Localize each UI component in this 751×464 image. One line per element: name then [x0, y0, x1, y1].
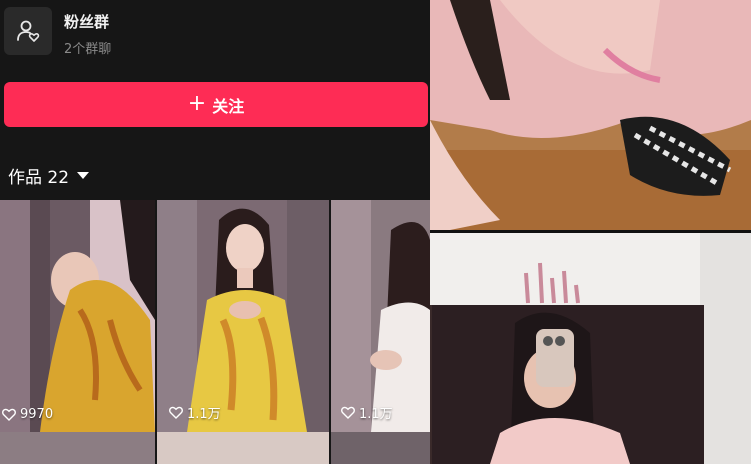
video-thumbnail[interactable]: 1.1万 [331, 200, 430, 432]
like-count-text: 1.1万 [359, 407, 393, 422]
like-count-text: 1.1万 [187, 407, 221, 422]
video-thumbnail[interactable]: 1.1万 [157, 200, 329, 432]
fan-group-title: 粉丝群 [64, 13, 110, 31]
follow-button[interactable]: + 关注 [4, 82, 428, 127]
like-count: 1.1万 [169, 403, 221, 422]
group-chat-icon [4, 7, 52, 55]
works-tab[interactable]: 作品 22 [8, 163, 90, 188]
video-thumbnail[interactable]: 9970 [0, 200, 155, 432]
fan-group-subtitle: 2个群聊 [64, 42, 112, 57]
like-count: 1.1万 [341, 403, 393, 422]
photo-bottom[interactable] [430, 233, 751, 464]
video-thumbnail[interactable] [157, 432, 329, 464]
caret-down-icon [77, 172, 90, 179]
plus-icon: + [187, 90, 207, 116]
video-thumbnail[interactable] [0, 432, 155, 464]
fan-group-entry[interactable]: 粉丝群 2个群聊 [4, 5, 424, 57]
heart-icon [169, 406, 183, 419]
heart-icon [341, 406, 355, 419]
photo-panel [430, 0, 751, 464]
follow-button-label: 关注 [212, 96, 245, 116]
heart-icon [2, 408, 16, 421]
profile-panel: 粉丝群 2个群聊 + 关注 作品 22 9970 1.1万 1.1万 [0, 0, 430, 464]
photo-top[interactable] [430, 0, 751, 230]
works-label: 作品 22 [8, 168, 70, 188]
video-thumbnail[interactable] [331, 432, 430, 464]
like-count-text: 9970 [20, 407, 54, 422]
video-grid: 9970 1.1万 1.1万 [0, 200, 430, 464]
like-count: 9970 [2, 407, 53, 422]
